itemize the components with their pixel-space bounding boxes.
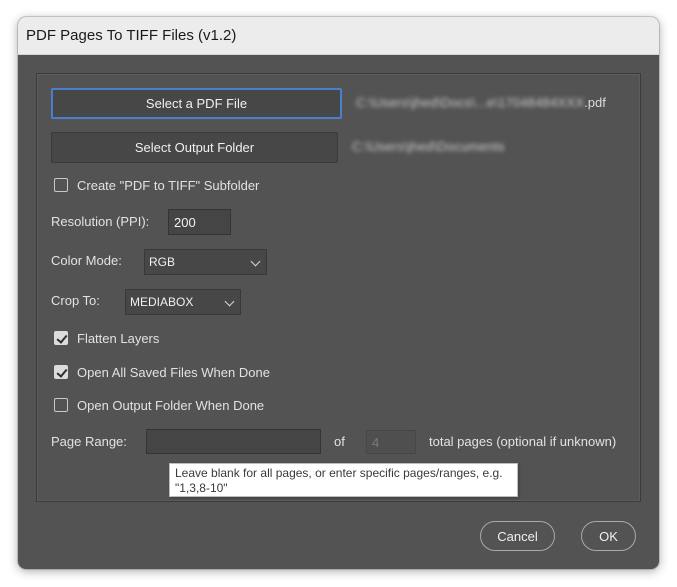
subfolder-label: Create "PDF to TIFF" Subfolder — [77, 178, 260, 193]
page-range-tooltip: Leave blank for all pages, or enter spec… — [169, 463, 518, 497]
page-range-input[interactable] — [146, 429, 321, 454]
dialog-window: PDF Pages To TIFF Files (v1.2) Select a … — [18, 17, 659, 569]
chevron-down-icon — [224, 296, 235, 307]
output-path-text: C:\Users\jhed\Documents — [352, 139, 505, 154]
pdf-path-text: C:\Users\jhed\Docs\...e\17048484XXX.pdf — [356, 95, 606, 110]
of-label: of — [334, 434, 345, 449]
flatten-label: Flatten Layers — [77, 331, 160, 346]
total-pages-input[interactable]: 4 — [366, 430, 416, 454]
open-output-folder-checkbox[interactable] — [54, 398, 68, 412]
color-mode-value: RGB — [149, 255, 176, 269]
pdf-path-suffix: .pdf — [584, 95, 606, 110]
cancel-button[interactable]: Cancel — [480, 521, 555, 551]
flatten-checkbox[interactable] — [54, 331, 68, 345]
crop-select[interactable]: MEDIABOX — [125, 289, 241, 315]
page-range-label: Page Range: — [51, 434, 127, 449]
color-mode-select[interactable]: RGB — [144, 249, 267, 275]
resolution-input[interactable]: 200 — [168, 209, 231, 235]
output-path-obscured: C:\Users\jhed\Documents — [352, 139, 505, 154]
open-saved-files-checkbox[interactable] — [54, 365, 68, 379]
color-mode-label: Color Mode: — [51, 253, 122, 268]
crop-value: MEDIABOX — [130, 295, 194, 309]
select-output-folder-button[interactable]: Select Output Folder — [51, 132, 338, 163]
pdf-path-obscured: C:\Users\jhed\Docs\...e\17048484XXX — [356, 95, 585, 110]
crop-label: Crop To: — [51, 293, 100, 308]
ok-button[interactable]: OK — [581, 521, 636, 551]
select-pdf-button[interactable]: Select a PDF File — [51, 88, 342, 119]
open-output-folder-label: Open Output Folder When Done — [77, 398, 265, 413]
open-saved-files-label: Open All Saved Files When Done — [77, 365, 270, 380]
subfolder-checkbox[interactable] — [54, 178, 68, 192]
title-bar[interactable]: PDF Pages To TIFF Files (v1.2) — [18, 17, 659, 55]
chevron-down-icon — [250, 256, 261, 267]
window-title: PDF Pages To TIFF Files (v1.2) — [26, 27, 237, 44]
resolution-label: Resolution (PPI): — [51, 214, 150, 229]
total-pages-label: total pages (optional if unknown) — [429, 434, 617, 449]
